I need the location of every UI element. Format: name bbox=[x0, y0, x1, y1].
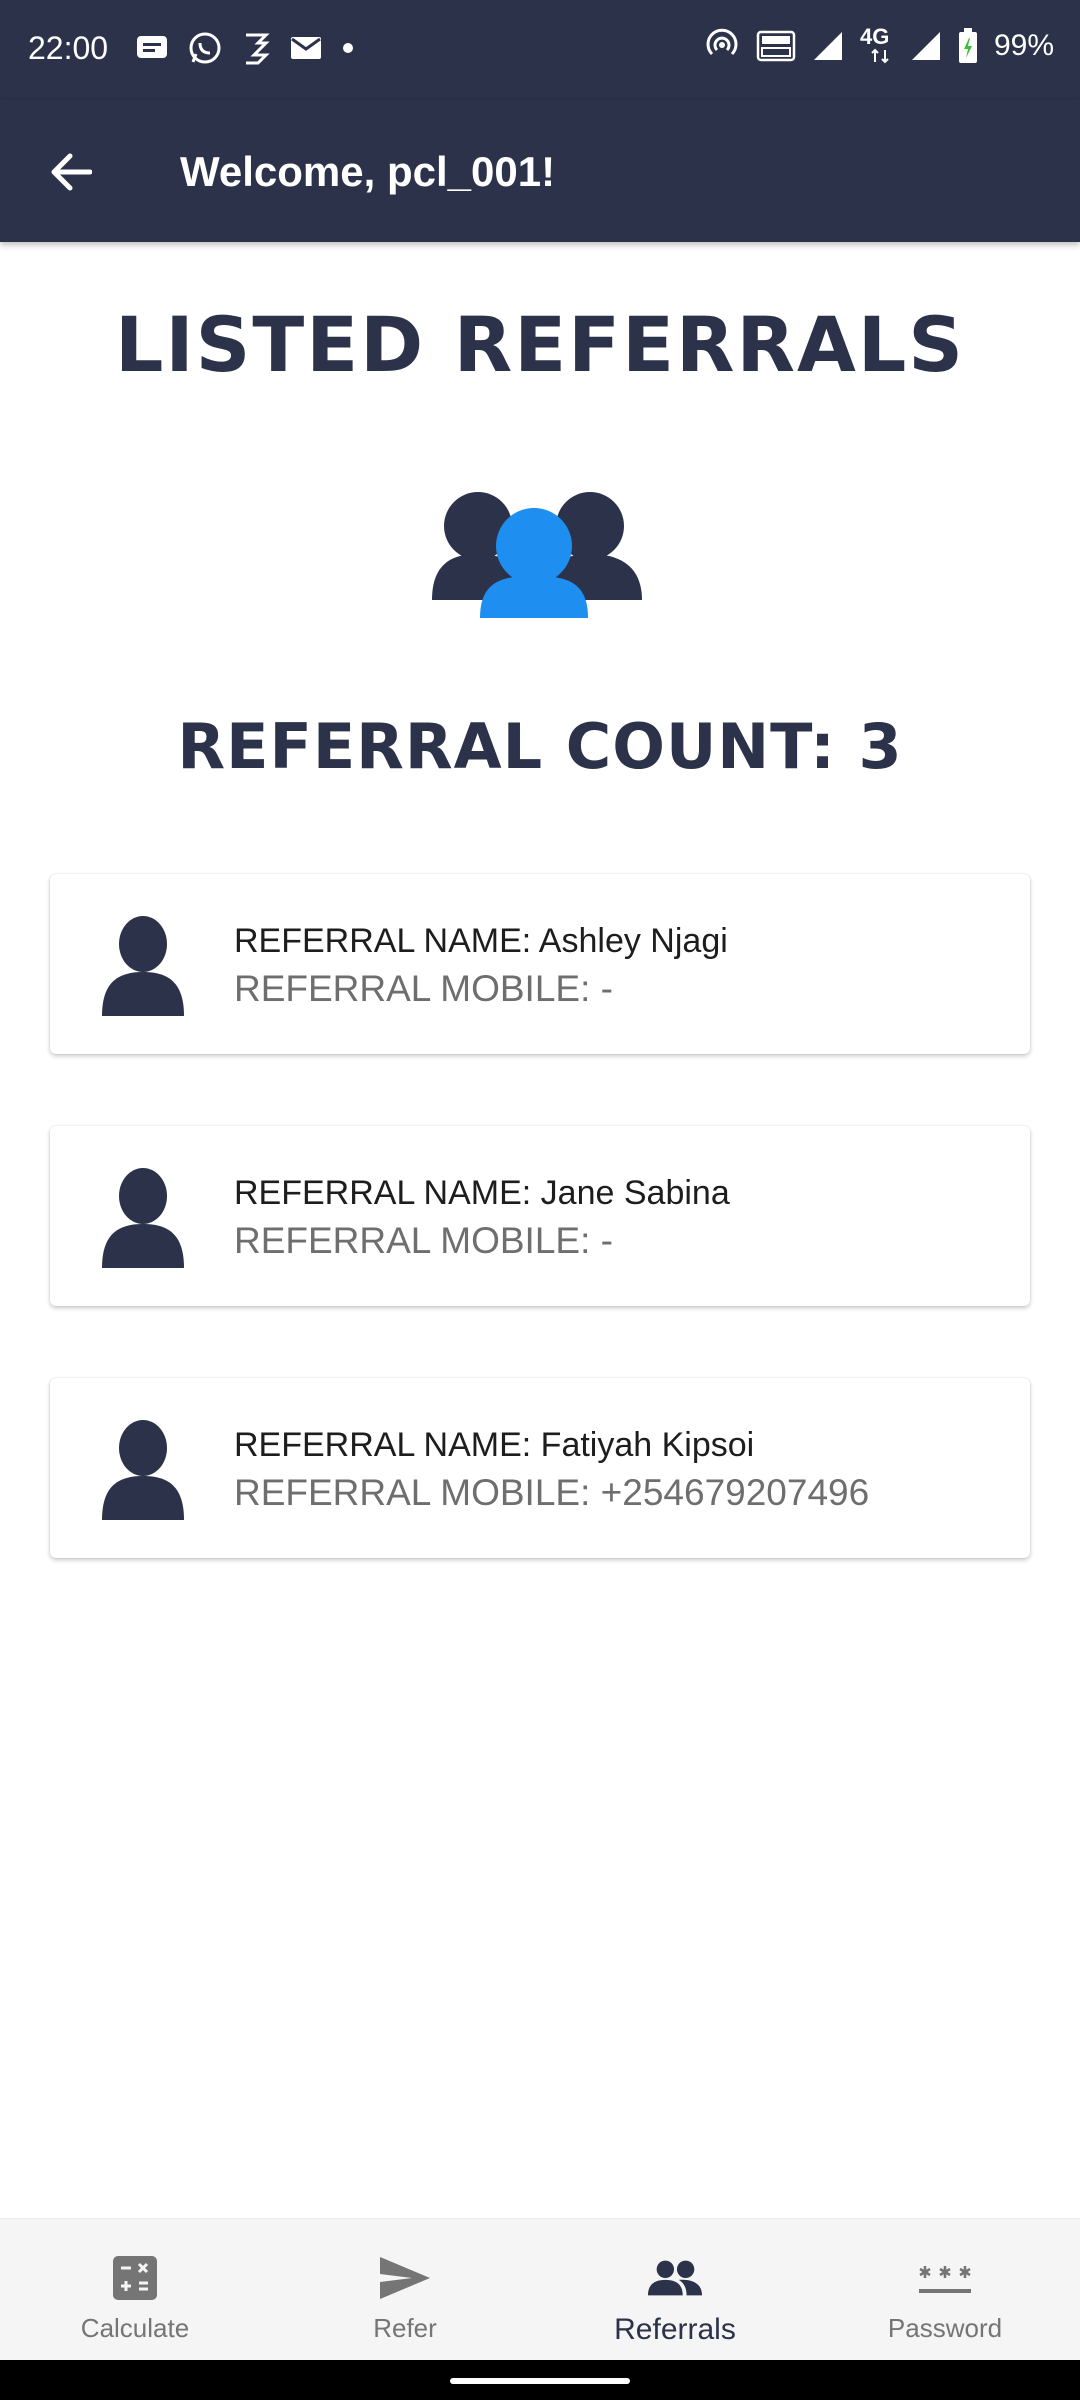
status-bar: 22:00 4G 99% bbox=[0, 0, 1080, 100]
nav-item-password[interactable]: Password bbox=[810, 2219, 1080, 2360]
people-icon bbox=[647, 2260, 703, 2296]
calculator-icon bbox=[113, 2256, 157, 2300]
status-time: 22:00 bbox=[28, 30, 109, 66]
nav-label-password: Password bbox=[887, 2313, 1003, 2343]
referral-name: REFERRAL NAME: Ashley Njagi bbox=[234, 922, 728, 960]
nav-label-refer: Refer bbox=[373, 2313, 437, 2343]
signal-icon bbox=[813, 32, 842, 60]
bottom-navigation: Calculate Refer Referrals Password bbox=[0, 2218, 1080, 2360]
battery-icon bbox=[958, 28, 977, 63]
notification-icons bbox=[135, 30, 355, 66]
password-icon bbox=[919, 2266, 971, 2293]
whatsapp-icon bbox=[189, 32, 221, 64]
volte-icon bbox=[756, 30, 796, 62]
back-button[interactable] bbox=[40, 142, 100, 202]
user-icon bbox=[102, 1168, 184, 1268]
hotspot-icon bbox=[706, 28, 738, 56]
arrow-left-icon bbox=[51, 153, 92, 191]
send-icon bbox=[380, 2257, 430, 2299]
nav-item-referrals[interactable]: Referrals bbox=[540, 2219, 810, 2360]
home-gesture-handle[interactable] bbox=[450, 2378, 630, 2384]
nav-label-calculate: Calculate bbox=[80, 2313, 190, 2343]
group-users-icon bbox=[432, 492, 642, 618]
referral-mobile: REFERRAL MOBILE: - bbox=[234, 1220, 613, 1261]
nav-item-refer[interactable]: Refer bbox=[270, 2219, 540, 2360]
dot-icon bbox=[343, 43, 353, 53]
app-bar: Welcome, pcl_001! bbox=[0, 100, 1080, 242]
network-type: 4G bbox=[860, 24, 894, 64]
referral-name: REFERRAL NAME: Fatiyah Kipsoi bbox=[234, 1426, 755, 1464]
app-bar-title: Welcome, pcl_001! bbox=[180, 148, 556, 195]
referral-card[interactable]: REFERRAL NAME: Jane Sabina REFERRAL MOBI… bbox=[50, 1126, 1030, 1306]
nav-label-referrals: Referrals bbox=[614, 2313, 736, 2346]
referral-name: REFERRAL NAME: Jane Sabina bbox=[234, 1174, 730, 1212]
system-navigation-bar bbox=[0, 2360, 1080, 2400]
signal-icon bbox=[911, 32, 940, 60]
nav-item-calculate[interactable]: Calculate bbox=[0, 2219, 270, 2360]
data-arrows-icon bbox=[871, 48, 889, 64]
referral-count-value: 3 bbox=[858, 710, 903, 783]
system-icons: 4G 99% bbox=[704, 24, 1054, 64]
referral-mobile: REFERRAL MOBILE: +254679207496 bbox=[234, 1472, 870, 1513]
referral-mobile: REFERRAL MOBILE: - bbox=[234, 968, 613, 1009]
referral-count: REFERRAL COUNT: 3 bbox=[0, 710, 1080, 783]
referral-count-label: REFERRAL COUNT: bbox=[177, 710, 836, 783]
app-screen: 22:00 4G 99% Welcome, pcl_001! LISTED RE… bbox=[0, 0, 1080, 2400]
sim-icon bbox=[246, 33, 270, 65]
page-title: LISTED REFERRALS bbox=[114, 300, 966, 389]
user-icon bbox=[102, 916, 184, 1016]
email-icon bbox=[291, 37, 321, 59]
referral-card[interactable]: REFERRAL NAME: Fatiyah Kipsoi REFERRAL M… bbox=[50, 1378, 1030, 1558]
user-icon bbox=[102, 1420, 184, 1520]
message-icon bbox=[137, 36, 167, 58]
battery-percentage: 99% bbox=[993, 29, 1054, 62]
referral-card[interactable]: REFERRAL NAME: Ashley Njagi REFERRAL MOB… bbox=[50, 874, 1030, 1054]
